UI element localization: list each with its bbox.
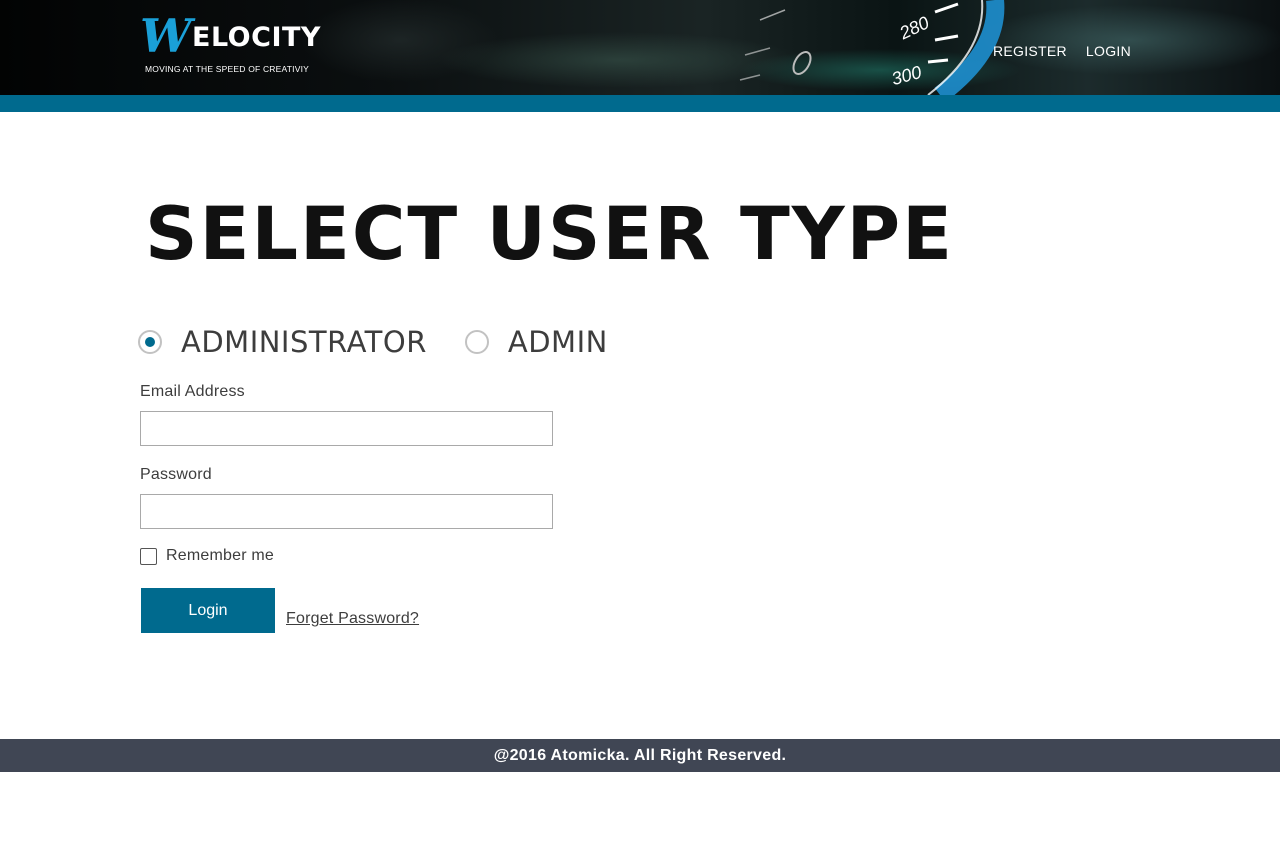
email-field[interactable] — [140, 411, 553, 446]
header-accent-bar — [0, 95, 1280, 112]
speedometer-graphic: 280 300 — [739, 0, 1005, 95]
remember-me-label[interactable]: Remember me — [166, 546, 274, 566]
speedo-label-280: 280 — [896, 12, 933, 43]
nav-login-link[interactable]: LOGIN — [1086, 43, 1131, 59]
logo-tagline: MOVING AT THE SPEED OF CREATIVIY — [145, 64, 309, 74]
forget-password-link[interactable]: Forget Password? — [286, 609, 419, 629]
email-label: Email Address — [140, 383, 245, 400]
remember-me-checkbox[interactable] — [140, 547, 157, 565]
page-title: SELECT USER TYPE — [145, 192, 954, 277]
header-nav: REGISTER LOGIN — [993, 43, 1131, 59]
radio-unselected-icon[interactable] — [464, 330, 489, 354]
site-header: 280 300 W ELOCITY MOVING AT THE SPEED OF… — [0, 0, 1280, 95]
copyright-text: @2016 Atomicka. All Right Reserved. — [493, 746, 787, 764]
user-type-admin-label: ADMIN — [507, 325, 608, 359]
remember-me-row: Remember me — [140, 546, 274, 566]
nav-register-link[interactable]: REGISTER — [993, 43, 1067, 59]
user-type-administrator-option[interactable]: ADMINISTRATOR — [138, 324, 427, 360]
site-footer: @2016 Atomicka. All Right Reserved. — [0, 739, 1280, 772]
logo-w-mark: W — [140, 9, 192, 63]
logo-wordmark: ELOCITY — [192, 22, 321, 53]
password-label: Password — [140, 466, 212, 483]
velocity-logo[interactable]: W ELOCITY MOVING AT THE SPEED OF CREATIV… — [140, 9, 321, 76]
speedo-label-300: 300 — [889, 62, 923, 89]
user-type-radio-group: ADMINISTRATOR ADMIN — [138, 322, 608, 362]
user-type-admin-option[interactable]: ADMIN — [464, 324, 608, 360]
radio-selected-icon[interactable] — [138, 330, 162, 354]
user-type-administrator-label: ADMINISTRATOR — [181, 325, 427, 359]
login-button[interactable]: Login — [141, 588, 275, 633]
password-field[interactable] — [140, 494, 553, 529]
